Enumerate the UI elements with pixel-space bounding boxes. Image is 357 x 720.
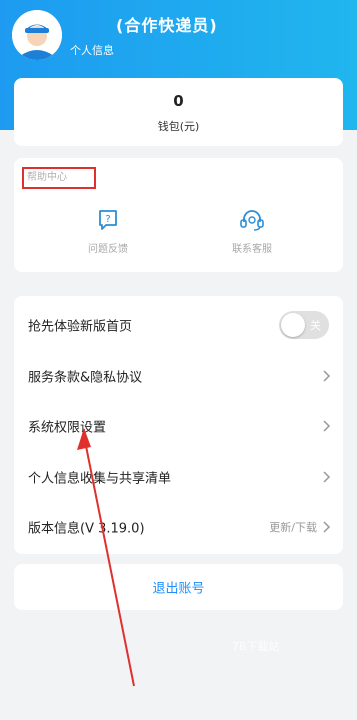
- settings-row-new-home-trial: 抢先体验新版首页 关: [14, 300, 343, 350]
- chevron-right-icon: [323, 521, 331, 533]
- feedback-button[interactable]: ? 问题反馈: [68, 208, 148, 255]
- wallet-card[interactable]: 0 钱包(元): [14, 78, 343, 146]
- settings-row-label: 服务条款&隐私协议: [28, 370, 143, 386]
- wallet-label: 钱包(元): [157, 120, 200, 133]
- contact-service-label: 联系客服: [232, 244, 272, 255]
- chevron-right-icon: [323, 420, 331, 432]
- logout-label: 退出账号: [152, 581, 205, 597]
- new-home-toggle[interactable]: 关: [279, 311, 329, 339]
- settings-row-version-info[interactable]: 版本信息(V 3.19.0) 更新/下载: [14, 502, 343, 552]
- settings-card: 抢先体验新版首页 关 服务条款&隐私协议 系统权限设置 个人信息收集与共享清单 …: [14, 296, 343, 554]
- chevron-right-icon: [323, 471, 331, 483]
- courier-avatar-icon: [12, 10, 62, 60]
- settings-row-terms-privacy[interactable]: 服务条款&隐私协议: [14, 351, 343, 401]
- watermark-text: 7B下载站: [232, 640, 280, 653]
- feedback-label: 问题反馈: [88, 244, 128, 255]
- settings-row-label: 系统权限设置: [28, 420, 107, 436]
- contact-service-button[interactable]: 联系客服: [212, 208, 292, 255]
- settings-row-label: 抢先体验新版首页: [28, 319, 133, 335]
- settings-row-personal-info-list[interactable]: 个人信息收集与共享清单: [14, 452, 343, 502]
- logout-button[interactable]: 退出账号: [14, 564, 343, 610]
- update-download-link[interactable]: 更新/下载: [269, 519, 317, 535]
- help-center-title: 帮助中心: [22, 167, 96, 189]
- avatar[interactable]: [12, 10, 62, 60]
- wallet-amount: 0: [173, 92, 184, 110]
- chevron-right-icon: [323, 370, 331, 382]
- svg-text:?: ?: [105, 214, 110, 225]
- help-center-card: 帮助中心 ? 问题反馈 联系客服: [14, 158, 343, 272]
- settings-row-label: 版本信息(V 3.19.0): [28, 521, 145, 537]
- settings-row-system-permissions[interactable]: 系统权限设置: [14, 401, 343, 451]
- headset-icon: [240, 210, 264, 231]
- user-name: (合作快递员): [116, 16, 218, 35]
- settings-row-label: 个人信息收集与共享清单: [28, 471, 172, 487]
- personal-info-link[interactable]: 个人信息: [70, 42, 114, 58]
- feedback-icon: ?: [99, 210, 117, 230]
- toggle-state-text: 关: [310, 319, 321, 332]
- toggle-knob: [281, 313, 305, 337]
